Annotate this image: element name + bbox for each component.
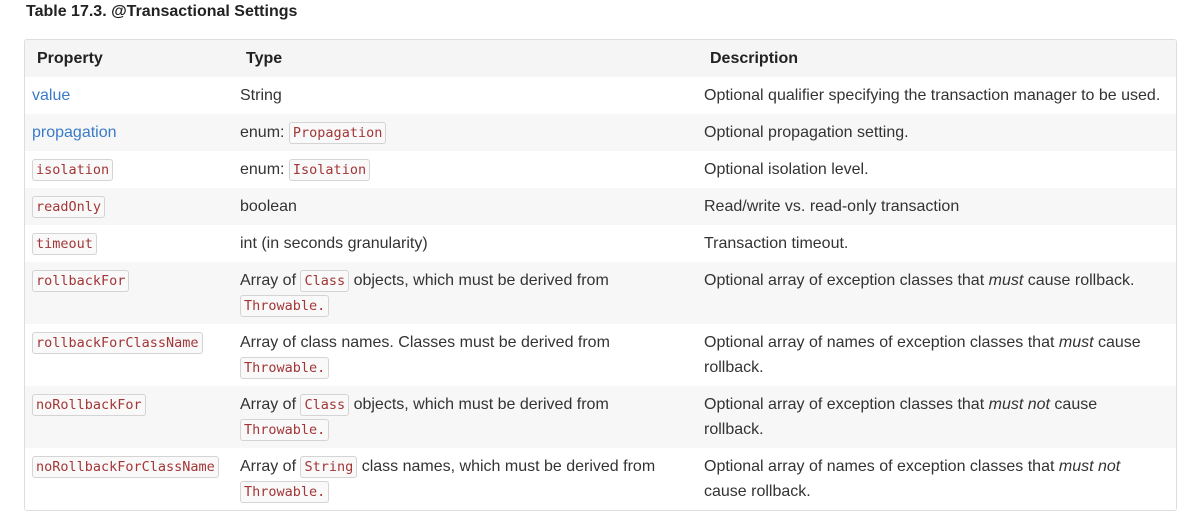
type-text: String — [240, 87, 282, 104]
header-type: Type — [246, 49, 283, 67]
description-text: cause — [1097, 334, 1141, 351]
type-text: Array of — [240, 458, 297, 475]
type-text: int (in seconds granularity) — [240, 235, 428, 252]
property-link-propagation[interactable]: propagation — [32, 124, 117, 141]
table-row: timeout int (in seconds granularity) Tra… — [25, 225, 1176, 262]
table-header-row: Property Type Description — [25, 40, 1176, 77]
table-row: noRollbackFor Array of Class objects, wh… — [25, 386, 1176, 448]
settings-table-container: Property Type Description value String O… — [24, 39, 1177, 511]
type-code: Throwable. — [240, 419, 330, 441]
header-property: Property — [37, 49, 103, 67]
table-row: isolation enum: Isolation Optional isola… — [25, 151, 1176, 188]
type-text: Array of class names. Classes must be de… — [240, 334, 610, 351]
description-text: Optional propagation setting. — [704, 124, 909, 141]
property-code: noRollbackFor — [32, 394, 146, 416]
type-code: Propagation — [288, 122, 387, 144]
table-row: propagation enum: Propagation Optional p… — [25, 114, 1176, 151]
description-text: cause — [1054, 396, 1098, 413]
description-text: Optional qualifier specifying the transa… — [704, 87, 1161, 104]
description-text: Transaction timeout. — [704, 235, 849, 252]
table-row: readOnly boolean Read/write vs. read-onl… — [25, 188, 1176, 225]
table-caption: Table 17.3. @Transactional Settings — [26, 3, 298, 20]
table-row: noRollbackForClassName Array of String c… — [25, 448, 1176, 510]
table-row: value String Optional qualifier specifyi… — [25, 77, 1176, 114]
description-text: cause rollback. — [704, 483, 811, 500]
type-code: Throwable. — [240, 295, 330, 317]
transactional-settings-table: Property Type Description value String O… — [25, 40, 1176, 510]
property-link-value[interactable]: value — [32, 87, 70, 104]
property-code: readOnly — [32, 196, 106, 218]
description-emphasis: must not — [1058, 458, 1121, 475]
description-text: cause rollback. — [1027, 272, 1135, 289]
description-emphasis: must — [1058, 334, 1094, 351]
type-code: Throwable. — [240, 481, 330, 503]
description-text: Optional array of names of exception cla… — [704, 334, 1055, 351]
property-code: isolation — [32, 159, 114, 181]
type-prefix: enum: — [240, 161, 285, 178]
property-code: rollbackForClassName — [32, 332, 203, 354]
description-text: Optional array of exception classes that — [704, 272, 985, 289]
header-description: Description — [710, 49, 799, 67]
property-code: noRollbackForClassName — [32, 456, 219, 478]
type-code: Class — [300, 270, 350, 292]
type-text: Array of — [240, 396, 297, 413]
description-text: Optional array of exception classes that — [704, 396, 985, 413]
page: Table 17.3. @Transactional Settings Prop… — [0, 0, 1184, 516]
description-text: rollback. — [704, 421, 764, 438]
type-code: Isolation — [288, 159, 371, 181]
description-text: rollback. — [704, 359, 764, 376]
type-text: objects, which must be derived from — [353, 272, 609, 289]
type-text: boolean — [240, 198, 297, 215]
type-text: Array of — [240, 272, 297, 289]
type-prefix: enum: — [240, 124, 285, 141]
description-text: Optional array of names of exception cla… — [704, 458, 1055, 475]
type-code: String — [300, 456, 358, 478]
property-code: rollbackFor — [32, 270, 130, 292]
type-text: objects, which must be derived from — [353, 396, 609, 413]
table-row: rollbackFor Array of Class objects, whic… — [25, 262, 1176, 324]
description-text: Read/write vs. read-only transaction — [704, 198, 960, 215]
type-text: class names, which must be derived from — [361, 458, 656, 475]
table-row: rollbackForClassName Array of class name… — [25, 324, 1176, 386]
description-text: Optional isolation level. — [704, 161, 869, 178]
description-emphasis: must not — [988, 396, 1050, 413]
property-code: timeout — [32, 233, 97, 255]
description-emphasis: must — [988, 272, 1024, 289]
type-code: Throwable. — [240, 357, 330, 379]
type-code: Class — [300, 394, 350, 416]
